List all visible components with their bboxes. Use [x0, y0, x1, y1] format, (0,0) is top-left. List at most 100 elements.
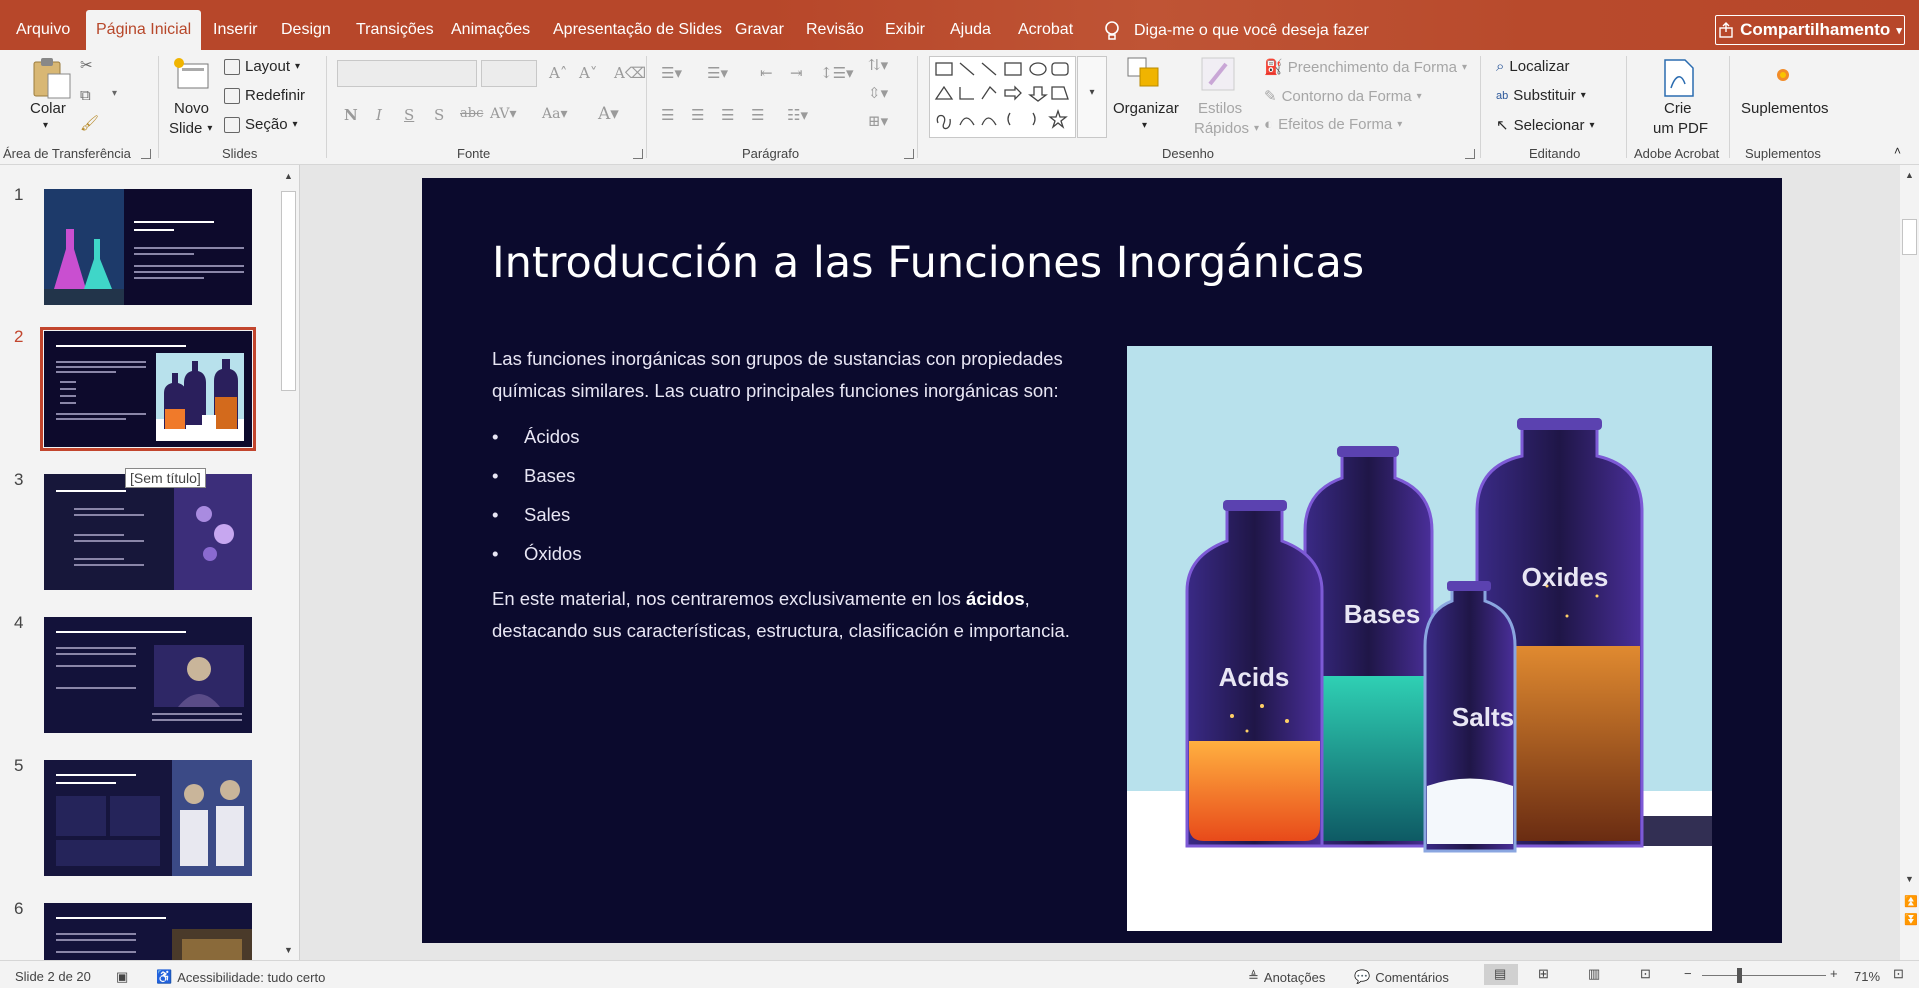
paragraph-launcher-icon[interactable] — [904, 149, 914, 159]
scrollbar-thumb[interactable] — [1902, 219, 1917, 255]
slide-bottles-image[interactable]: Acids Bases Salts Oxides — [1127, 346, 1712, 931]
tab-inserir[interactable]: Inserir — [203, 10, 267, 50]
paste-button[interactable]: Colar — [30, 100, 66, 117]
slide-thumbnail-6[interactable] — [44, 903, 252, 960]
tab-ajuda[interactable]: Ajuda — [940, 10, 1001, 50]
previous-slide-icon[interactable]: ⏫ — [1904, 895, 1918, 908]
drawing-launcher-icon[interactable] — [1465, 149, 1475, 159]
shapes-more-icon[interactable]: ▾ — [1077, 56, 1107, 138]
line-spacing-icon[interactable]: ↕☰▾ — [820, 64, 854, 82]
addins-icon[interactable] — [1768, 60, 1798, 90]
collapse-ribbon-icon[interactable]: ˄ — [1894, 144, 1901, 158]
spellcheck-icon[interactable]: ▣ — [116, 969, 128, 985]
tab-design[interactable]: Design — [271, 10, 341, 50]
align-center-icon[interactable]: ☰ — [691, 106, 704, 124]
tab-acrobat[interactable]: Acrobat — [1008, 10, 1083, 50]
create-pdf-label-1[interactable]: Crie — [1664, 100, 1692, 117]
find-button[interactable]: ⌕ Localizar — [1496, 58, 1569, 75]
new-slide-icon[interactable] — [172, 56, 212, 96]
increase-font-icon[interactable]: A˄ — [549, 64, 567, 82]
shape-fill-button[interactable]: ⛽ Preenchimento da Forma ▾ — [1264, 58, 1467, 77]
shape-effects-button[interactable]: ◐ Efeitos de Forma ▾ — [1264, 116, 1402, 133]
tab-transicoes[interactable]: Transições — [346, 10, 444, 50]
tell-me-search[interactable]: Diga-me o que você deseja fazer — [1104, 18, 1369, 43]
font-color-icon[interactable]: A▾ — [598, 104, 619, 124]
slide-body-text[interactable]: Las funciones inorgánicas son grupos de … — [492, 343, 1082, 647]
numbering-icon[interactable]: ☰▾ — [707, 64, 728, 82]
decrease-font-icon[interactable]: A˅ — [579, 64, 597, 82]
font-name-combo[interactable] — [337, 60, 477, 87]
share-button[interactable]: Compartilhamento ▾ — [1715, 15, 1905, 45]
slide-thumbnail-3[interactable] — [44, 474, 252, 590]
new-slide-label-1[interactable]: Novo — [174, 100, 209, 117]
comments-button[interactable]: 💬 Comentários — [1354, 969, 1449, 985]
underline-icon[interactable]: S — [404, 106, 414, 124]
align-right-icon[interactable]: ☰ — [721, 106, 734, 124]
bullets-icon[interactable]: ☰▾ — [661, 64, 682, 82]
clear-formatting-icon[interactable]: A⌫ — [614, 64, 646, 82]
tab-pagina-inicial[interactable]: Página Inicial — [86, 10, 202, 50]
scrollbar-thumb[interactable] — [281, 191, 296, 391]
thumbnail-scrollbar[interactable]: ▲ ▼ — [279, 165, 299, 960]
scroll-up-icon[interactable]: ▲ — [1905, 170, 1914, 180]
slide-thumbnail-1[interactable] — [44, 189, 252, 305]
zoom-slider[interactable] — [1702, 975, 1826, 976]
slide-sorter-icon[interactable]: ⊞ — [1538, 966, 1549, 982]
cut-icon[interactable]: ✂ — [80, 56, 93, 74]
chevron-down-icon[interactable]: ▾ — [1142, 120, 1147, 131]
char-spacing-icon[interactable]: AV▾ — [490, 106, 517, 122]
create-pdf-button[interactable]: um PDF — [1653, 120, 1708, 137]
copy-icon[interactable]: ⧉ — [80, 86, 91, 104]
scroll-down-icon[interactable]: ▼ — [1905, 874, 1914, 884]
columns-icon[interactable]: ☷▾ — [787, 106, 808, 124]
quick-styles-button[interactable]: Rápidos ▾ — [1194, 120, 1259, 137]
zoom-out-icon[interactable]: − — [1684, 966, 1692, 981]
shadow-icon[interactable]: S — [434, 106, 444, 124]
slide-title[interactable]: Introducción a las Funciones Inorgánicas — [492, 238, 1364, 288]
tab-gravar[interactable]: Gravar — [725, 10, 794, 50]
align-left-icon[interactable]: ☰ — [661, 106, 674, 124]
zoom-level[interactable]: 71% — [1854, 969, 1880, 984]
font-launcher-icon[interactable] — [633, 149, 643, 159]
tab-animacoes[interactable]: Animações — [441, 10, 540, 50]
tab-apresentacao[interactable]: Apresentação de Slides — [543, 10, 732, 50]
quick-styles-label-1[interactable]: Estilos — [1198, 100, 1242, 117]
italic-icon[interactable]: I — [376, 106, 382, 124]
slide-scrollbar[interactable]: ▲ ▼ ⏫ ⏬ — [1900, 165, 1919, 960]
tab-exibir[interactable]: Exibir — [875, 10, 935, 50]
new-slide-button[interactable]: Slide ▾ — [169, 120, 212, 137]
arrange-icon[interactable] — [1126, 56, 1164, 94]
next-slide-icon[interactable]: ⏬ — [1904, 913, 1918, 926]
strikethrough-icon[interactable]: abc — [460, 106, 483, 121]
fit-slide-icon[interactable]: ⊡ — [1893, 966, 1904, 982]
format-painter-icon[interactable]: 🖌 — [80, 114, 99, 132]
arrange-button[interactable]: Organizar — [1113, 100, 1179, 117]
tab-revisao[interactable]: Revisão — [796, 10, 874, 50]
chevron-down-icon[interactable]: ▾ — [112, 88, 117, 99]
slideshow-icon[interactable]: ⊡ — [1640, 966, 1651, 982]
zoom-in-icon[interactable]: + — [1830, 966, 1838, 981]
layout-button[interactable]: Layout ▾ — [224, 58, 300, 75]
slide-thumbnail-2[interactable] — [40, 327, 256, 451]
scroll-down-icon[interactable]: ▼ — [284, 945, 293, 955]
decrease-indent-icon[interactable]: ⇤ — [760, 64, 773, 82]
slide-thumbnail-4[interactable] — [44, 617, 252, 733]
shape-outline-button[interactable]: ✎ Contorno da Forma ▾ — [1264, 87, 1422, 106]
change-case-icon[interactable]: Aa▾ — [542, 106, 567, 122]
increase-indent-icon[interactable]: ⇥ — [790, 64, 803, 82]
shapes-gallery[interactable] — [929, 56, 1076, 138]
addins-button[interactable]: Suplementos — [1741, 100, 1829, 117]
quick-styles-icon[interactable] — [1200, 56, 1238, 94]
smartart-icon[interactable]: ⊞▾ — [868, 112, 888, 130]
text-direction-icon[interactable]: ⇅▾ — [868, 56, 888, 74]
bold-icon[interactable]: N — [344, 106, 358, 124]
clipboard-launcher-icon[interactable] — [141, 149, 151, 159]
justify-icon[interactable]: ☰ — [751, 106, 764, 124]
paste-icon[interactable] — [30, 56, 74, 100]
tab-arquivo[interactable]: Arquivo — [6, 10, 80, 50]
scroll-up-icon[interactable]: ▲ — [284, 171, 293, 181]
select-button[interactable]: ↖ Selecionar ▾ — [1496, 116, 1595, 135]
zoom-slider-handle[interactable] — [1737, 968, 1742, 983]
align-text-icon[interactable]: ⇳▾ — [868, 84, 888, 102]
notes-button[interactable]: ≜ Anotações — [1248, 969, 1325, 985]
